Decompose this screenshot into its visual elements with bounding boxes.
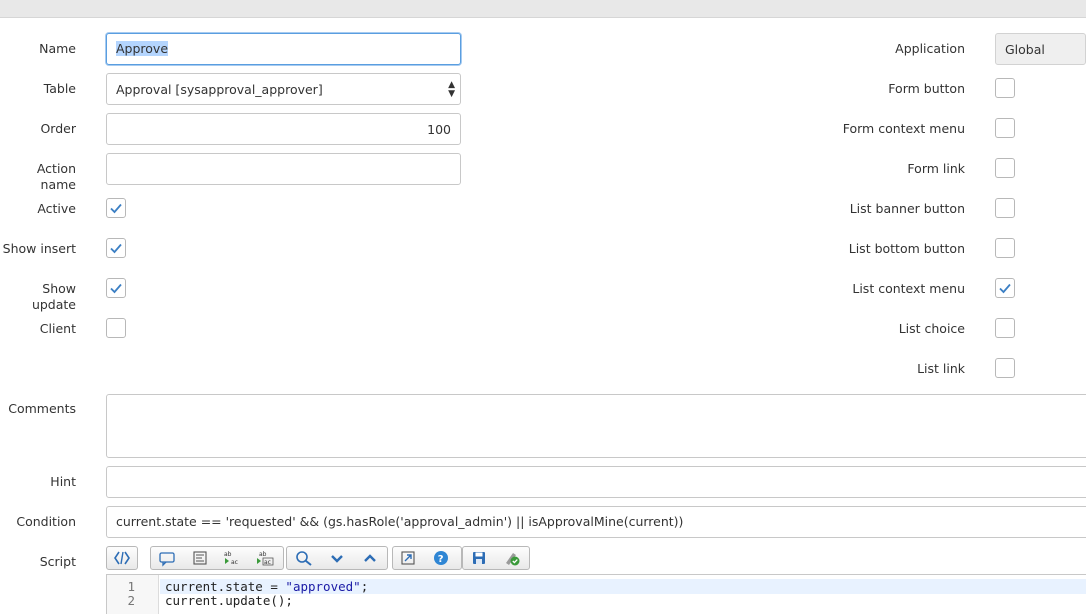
top-bar [0, 0, 1086, 18]
form-context-menu-checkbox[interactable] [995, 118, 1015, 138]
code-token: ; [360, 579, 369, 594]
checkmark-icon [999, 283, 1011, 294]
action-name-input[interactable] [106, 153, 461, 185]
active-label: Active [37, 201, 76, 216]
name-label: Name [39, 41, 76, 56]
application-value: Global [1005, 42, 1045, 57]
fullscreen-icon[interactable] [397, 549, 419, 567]
line-number: 2 [127, 593, 135, 608]
replace-icon[interactable]: abac [221, 549, 243, 567]
help-icon[interactable]: ? [430, 549, 452, 567]
active-checkbox[interactable] [106, 198, 126, 218]
view-tools-group: ? [392, 546, 462, 570]
comment-icon[interactable] [156, 549, 178, 567]
form-button-checkbox[interactable] [995, 78, 1015, 98]
client-label: Client [39, 321, 76, 336]
script-label: Script [39, 554, 76, 569]
condition-label: Condition [16, 514, 76, 529]
svg-text:?: ? [438, 554, 444, 565]
file-tools-group [462, 546, 530, 570]
comments-label: Comments [8, 401, 76, 416]
script-editor[interactable]: 1 2 current.state = "approved"; current.… [106, 574, 1086, 614]
code-token: current.state = [165, 579, 286, 594]
code-line-1: current.state = "approved"; [165, 580, 368, 594]
line-number: 1 [127, 579, 135, 594]
list-choice-checkbox[interactable] [995, 318, 1015, 338]
toggle-syntax-button[interactable] [106, 546, 138, 570]
comments-textarea[interactable] [106, 394, 1086, 458]
code-string-token: "approved" [285, 579, 361, 594]
client-checkbox[interactable] [106, 318, 126, 338]
form-link-checkbox[interactable] [995, 158, 1015, 178]
application-field: Global [995, 33, 1086, 65]
show-update-checkbox[interactable] [106, 278, 126, 298]
application-label: Application [895, 41, 965, 56]
collapse-icon[interactable] [326, 549, 348, 567]
list-bottom-button-checkbox[interactable] [995, 238, 1015, 258]
hint-label: Hint [50, 474, 76, 489]
table-select[interactable]: Approval [sysapproval_approver] ▲ ▼ [106, 73, 461, 105]
list-bottom-button-label: List bottom button [848, 241, 965, 256]
checkmark-icon [110, 243, 122, 254]
condition-value: current.state == 'requested' && (gs.hasR… [116, 514, 684, 529]
list-link-label: List link [917, 361, 965, 376]
form-link-label: Form link [907, 161, 965, 176]
toggle-syntax-icon [114, 551, 130, 565]
select-arrows-icon: ▲ ▼ [448, 80, 455, 99]
show-update-label: Show update [31, 281, 76, 312]
action-name-label: Action name [36, 161, 76, 192]
checkmark-icon [110, 203, 122, 214]
replace-all-icon[interactable]: abac [254, 549, 276, 567]
svg-text:ab: ab [224, 551, 232, 558]
checkmark-icon [110, 283, 122, 294]
table-select-value: Approval [sysapproval_approver] [116, 82, 323, 97]
order-label: Order [40, 121, 76, 136]
list-context-menu-label: List context menu [852, 281, 965, 296]
show-insert-checkbox[interactable] [106, 238, 126, 258]
name-input-value: Approve [116, 41, 169, 56]
format-code-icon[interactable] [189, 549, 211, 567]
editor-gutter: 1 2 [107, 575, 159, 614]
search-icon[interactable] [293, 549, 315, 567]
syntax-check-icon[interactable] [501, 549, 523, 567]
form-button-label: Form button [888, 81, 965, 96]
svg-text:ac: ac [264, 559, 271, 566]
condition-input[interactable]: current.state == 'requested' && (gs.hasR… [106, 506, 1086, 538]
save-icon[interactable] [468, 549, 490, 567]
code-line-2: current.update(); [165, 593, 293, 608]
name-input[interactable]: Approve [106, 33, 461, 65]
expand-icon[interactable] [359, 549, 381, 567]
svg-text:ab: ab [259, 551, 267, 558]
hint-input[interactable] [106, 466, 1086, 498]
svg-text:ac: ac [231, 559, 238, 566]
list-choice-label: List choice [898, 321, 965, 336]
list-banner-button-label: List banner button [849, 201, 965, 216]
list-link-checkbox[interactable] [995, 358, 1015, 378]
list-context-menu-checkbox[interactable] [995, 278, 1015, 298]
order-input[interactable] [106, 113, 461, 145]
form-context-menu-label: Form context menu [842, 121, 965, 136]
show-insert-label: Show insert [2, 241, 76, 256]
navigation-tools-group [286, 546, 388, 570]
table-label: Table [43, 81, 76, 96]
list-banner-button-checkbox[interactable] [995, 198, 1015, 218]
editor-tools-group: ab ac ab ac [150, 546, 284, 570]
